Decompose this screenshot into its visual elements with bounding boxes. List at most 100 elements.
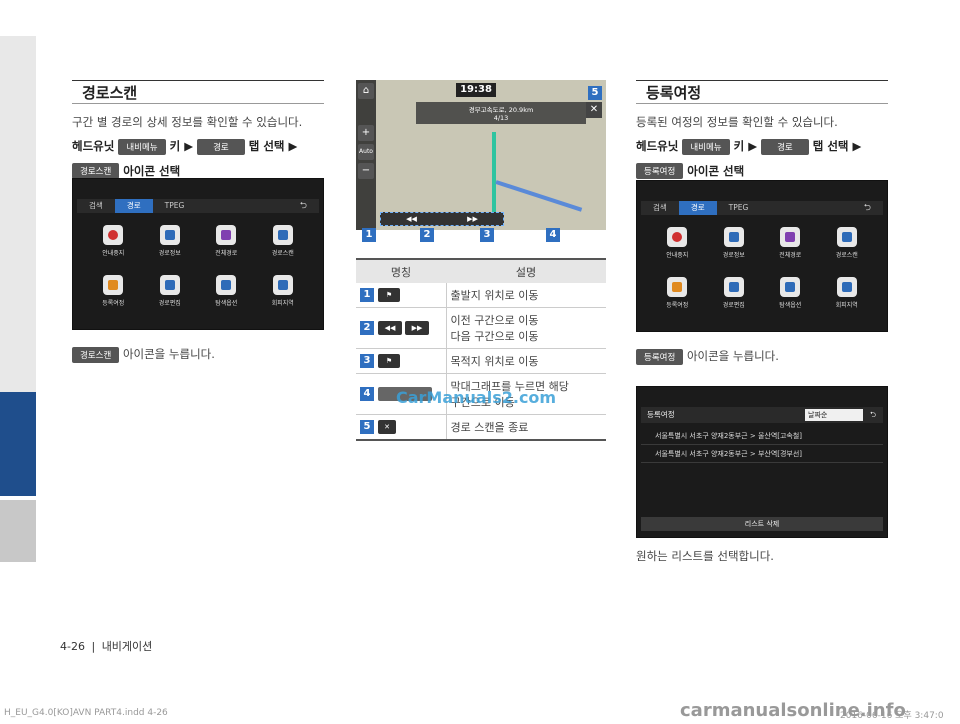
back-icon[interactable]: ⮌ xyxy=(288,199,319,213)
delete-list-button[interactable]: 리스트 삭제 xyxy=(641,517,883,531)
back-icon[interactable]: ⮌ xyxy=(863,407,883,423)
icon-full-route[interactable]: 전체경로 xyxy=(762,227,819,259)
route-icon-grid: 안내중지 경로정보 전체경로 경로스캔 등록여정 경로편집 탐색옵션 회피지역 xyxy=(85,225,311,307)
search-options-icon xyxy=(216,275,237,295)
table-header-desc: 설명 xyxy=(446,258,606,283)
table-row: 5 ✕ 경로 스캔을 종료 xyxy=(356,414,606,441)
icon-stop-guidance[interactable]: 안내중지 xyxy=(649,227,706,259)
controls-table: 명칭 설명 1 ⚑ 출발지 위치로 이동 2 ◀◀ ▶▶ 이전 구간으로 이동 다음 구… xyxy=(356,258,606,441)
close-icon[interactable]: ✕ xyxy=(586,102,602,118)
side-tab-active xyxy=(0,392,36,496)
icon-avoid-area[interactable]: 회피지역 xyxy=(255,275,312,307)
tab-search[interactable]: 검색 xyxy=(641,201,679,215)
tab-tpeg[interactable]: TPEG xyxy=(717,201,761,215)
list-header: 등록여정 날짜순 ⮌ xyxy=(641,407,883,423)
icon-saved-trips[interactable]: 등록여정 xyxy=(85,275,142,307)
saved-trips-chip: 등록여정 xyxy=(636,348,684,365)
caption-text: 아이콘을 누릅니다. xyxy=(122,347,215,361)
icon-saved-trips[interactable]: 등록여정 xyxy=(649,277,706,309)
icon-route-info[interactable]: 경로정보 xyxy=(706,227,763,259)
callout-2: 2 xyxy=(420,228,434,242)
row-desc: 목적지 위치로 이동 xyxy=(446,348,606,374)
step-text: 헤드유닛 xyxy=(636,139,679,153)
tab-route[interactable]: 경로 xyxy=(114,199,153,213)
zoom-out-button[interactable]: − xyxy=(358,163,374,179)
icon-route-info[interactable]: 경로정보 xyxy=(142,225,199,257)
list-item[interactable]: 서울특별시 서초구 양재2동부근 > 울산역[고속철] xyxy=(641,427,883,445)
row-number: 2 xyxy=(360,321,374,335)
table-header-name: 명칭 xyxy=(356,258,446,283)
icon-route-scan[interactable]: 경로스캔 xyxy=(255,225,312,257)
tab-search[interactable]: 검색 xyxy=(77,199,115,213)
route-scan-step2: 경로스캔 아이콘 선택 xyxy=(72,163,324,179)
callout-1: 1 xyxy=(362,228,376,242)
list-title: 등록여정 xyxy=(647,410,675,419)
route-tab-chip: 경로 xyxy=(197,138,245,155)
route-scan-map: ⌂ + Auto − 19:38 경부고속도로, 20.9km 4/13 ✕ ◀… xyxy=(356,80,606,230)
zoom-in-button[interactable]: + xyxy=(358,125,374,141)
avoid-area-icon xyxy=(272,275,293,295)
next-segment-button[interactable]: ▶▶ xyxy=(467,215,478,223)
right-column: 등록여정 등록된 여정의 정보를 확인할 수 있습니다. 헤드유닛 내비메뉴 키… xyxy=(636,80,888,179)
side-tab-lower xyxy=(0,500,36,562)
saved-trips-step2: 등록여정 아이콘 선택 xyxy=(636,163,888,179)
callout-5: 5 xyxy=(588,86,602,100)
callout-3: 3 xyxy=(480,228,494,242)
table-row: 3 ⚑ 목적지 위치로 이동 xyxy=(356,348,606,374)
icon-full-route[interactable]: 전체경로 xyxy=(198,225,255,257)
route-scan-step1: 헤드유닛 내비메뉴 키 ▶ 경로 탭 선택 ▶ xyxy=(72,138,324,155)
caption-text: 아이콘을 누릅니다. xyxy=(686,349,779,363)
segment-road: 경부고속도로, 20.9km xyxy=(468,106,534,114)
icon-search-options[interactable]: 탐색옵션 xyxy=(762,277,819,309)
tab-tpeg[interactable]: TPEG xyxy=(153,199,197,213)
segment-page: 4/13 xyxy=(493,114,509,122)
navi-menu-chip: 내비메뉴 xyxy=(682,138,730,155)
section-name: 내비게이션 xyxy=(101,640,153,653)
saved-trips-caption-2: 원하는 리스트를 선택합니다. xyxy=(636,549,774,563)
sort-select[interactable]: 날짜순 xyxy=(805,409,863,421)
route-scan-desc: 구간 별 경로의 상세 정보를 확인할 수 있습니다. xyxy=(72,115,303,129)
table-row: 1 ⚑ 출발지 위치로 이동 xyxy=(356,283,606,308)
saved-trips-chip: 등록여정 xyxy=(636,163,684,179)
controls-table-wrap: 명칭 설명 1 ⚑ 출발지 위치로 이동 2 ◀◀ ▶▶ 이전 구간으로 이동 다음 구… xyxy=(356,258,606,441)
icon-route-scan[interactable]: 경로스캔 xyxy=(819,227,876,259)
route-tab-chip: 경로 xyxy=(761,138,809,155)
tab-route[interactable]: 경로 xyxy=(678,201,717,215)
icon-search-options[interactable]: 탐색옵션 xyxy=(198,275,255,307)
stop-icon xyxy=(667,227,688,247)
destination-flag-icon: ⚑ xyxy=(378,354,400,368)
edit-route-icon xyxy=(723,277,744,297)
auto-zoom-button[interactable]: Auto xyxy=(358,144,374,160)
avoid-area-icon xyxy=(836,277,857,297)
step-text: 탭 선택 ▶ xyxy=(812,139,862,153)
list-item[interactable]: 서울특별시 서초구 양재2동부근 > 부산역[경부선] xyxy=(641,445,883,463)
section-title-saved-trips: 등록여정 xyxy=(636,80,888,104)
full-route-icon xyxy=(780,227,801,247)
step-text: 키 ▶ xyxy=(733,139,758,153)
row-desc: 이전 구간으로 이동 xyxy=(450,314,539,327)
stop-icon xyxy=(103,225,124,245)
rewind-icon: ◀◀ xyxy=(378,321,402,335)
row-desc-2: 다음 구간으로 이동 xyxy=(450,330,539,343)
icon-edit-route[interactable]: 경로편집 xyxy=(706,277,763,309)
page-footer: 4-26 | 내비게이션 xyxy=(60,640,153,653)
home-button[interactable]: ⌂ xyxy=(358,83,374,99)
route-scan-chip: 경로스캔 xyxy=(72,346,120,363)
step-text: 아이콘 선택 xyxy=(687,163,745,178)
step-text: 키 ▶ xyxy=(169,139,194,153)
icon-stop-guidance[interactable]: 안내중지 xyxy=(85,225,142,257)
page-number: 4-26 xyxy=(60,640,85,653)
back-icon[interactable]: ⮌ xyxy=(852,201,883,215)
row-number: 3 xyxy=(360,354,374,368)
step-text: 헤드유닛 xyxy=(72,139,115,153)
screen-tabbar: 검색 경로 TPEG ⮌ xyxy=(77,199,319,213)
icon-avoid-area[interactable]: 회피지역 xyxy=(819,277,876,309)
row-number: 4 xyxy=(360,387,374,401)
full-route-icon xyxy=(216,225,237,245)
prev-segment-button[interactable]: ◀◀ xyxy=(406,215,417,223)
row-desc: 경로 스캔을 종료 xyxy=(446,414,606,441)
saved-trips-desc: 등록된 여정의 정보를 확인할 수 있습니다. xyxy=(636,115,838,129)
step-text: 탭 선택 ▶ xyxy=(248,139,298,153)
icon-edit-route[interactable]: 경로편집 xyxy=(142,275,199,307)
route-menu-screen: 검색 경로 TPEG ⮌ 안내중지 경로정보 전체경로 경로스캔 등록여정 경로… xyxy=(72,178,324,330)
